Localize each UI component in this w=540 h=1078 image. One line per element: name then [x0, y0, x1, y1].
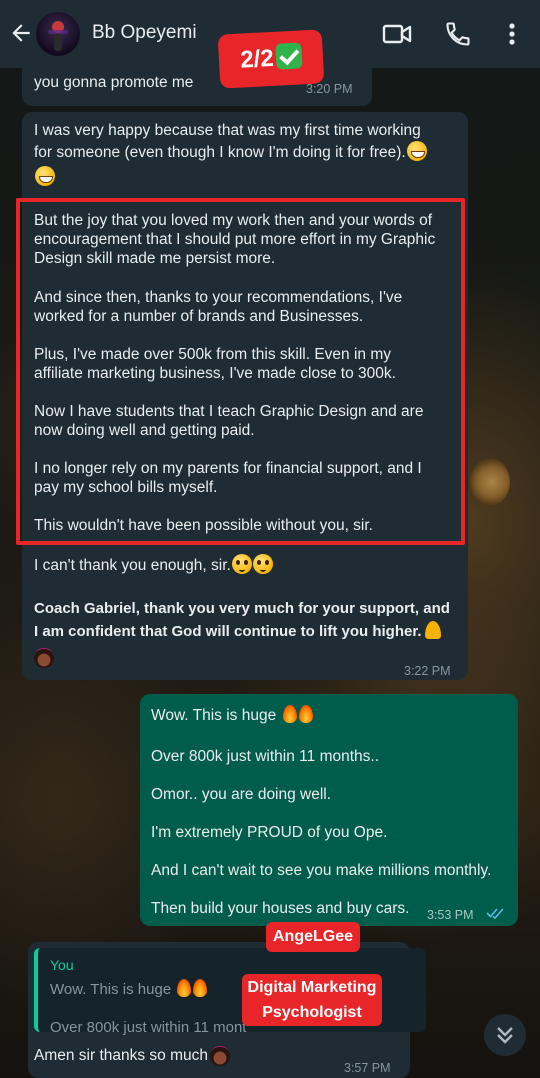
message-line: Then build your houses and buy cars.: [151, 900, 410, 917]
message-line: I was very happy because that was my fir…: [34, 122, 421, 139]
message-time: 3:22 PM: [404, 664, 451, 678]
message-line: Omor.. you are doing well.: [151, 786, 332, 803]
message-line-bold: I am confident that God will continue to…: [34, 621, 441, 641]
message-time: 3:57 PM: [344, 1061, 391, 1075]
contact-name[interactable]: Bb Opeyemi: [92, 22, 197, 44]
wallpaper-lion-eye: [470, 458, 510, 506]
praying-hands-emoji-icon: [424, 621, 441, 640]
avatar[interactable]: [36, 12, 80, 56]
message-line: Amen sir thanks so much: [34, 1046, 231, 1066]
teary-face-emoji-icon: [231, 554, 252, 574]
page-indicator-sticker: 2/2: [217, 29, 325, 89]
quoted-line: Over 800k just within 11 mont: [50, 1019, 247, 1036]
title-sticker-line: Digital Marketing: [247, 979, 377, 996]
message-emoji-line: [34, 166, 55, 188]
message-line: And I can't wait to see you make million…: [151, 862, 492, 879]
teary-face-emoji-icon: [252, 554, 273, 574]
fire-emoji-icon: [193, 979, 208, 998]
message-line-bold: Coach Gabriel, thank you very much for y…: [34, 600, 450, 617]
grinning-sweat-emoji-icon: [406, 141, 427, 161]
message-line: Over 800k just within 11 months..: [151, 748, 380, 765]
message-outgoing[interactable]: Wow. This is huge Over 800k just within …: [140, 694, 518, 926]
fire-emoji-icon: [298, 704, 313, 723]
read-receipt-icon: [486, 908, 504, 919]
message-line: I'm extremely PROUD of you Ope.: [151, 824, 388, 841]
message-time: 3:53 PM: [427, 908, 474, 922]
angel-label-sticker: AngeLGee: [266, 922, 360, 952]
quoted-author: You: [50, 957, 74, 973]
title-sticker-line: Psychologist: [262, 1004, 362, 1021]
back-arrow-icon[interactable]: [8, 20, 34, 46]
message-line: I can't thank you enough, sir.: [34, 554, 273, 576]
video-call-icon[interactable]: [382, 22, 412, 46]
woman-gesturing-emoji-icon: [210, 1046, 231, 1066]
fire-emoji-icon: [177, 979, 192, 998]
message-text: you gonna promote me: [34, 74, 194, 91]
page-indicator-text: 2/2: [239, 44, 275, 74]
more-options-icon[interactable]: [502, 20, 522, 48]
scroll-to-bottom-button[interactable]: [484, 1014, 526, 1056]
message-line: for someone (even though I know I'm doin…: [34, 141, 427, 163]
quoted-line: Wow. This is huge: [50, 979, 208, 999]
woman-gesturing-emoji-icon: [34, 648, 54, 668]
message-line: Wow. This is huge: [151, 704, 313, 725]
double-chevron-down-icon: [497, 1027, 513, 1044]
highlight-annotation-box: [16, 198, 465, 545]
fire-emoji-icon: [282, 704, 297, 723]
message-emoji-line: [34, 648, 54, 673]
phone-icon[interactable]: [444, 20, 472, 48]
check-mark-icon: [274, 42, 303, 70]
avatar-silhouette-icon: [48, 21, 68, 51]
grinning-sweat-emoji-icon: [35, 166, 55, 186]
title-sticker: Digital Marketing Psychologist: [242, 974, 382, 1026]
